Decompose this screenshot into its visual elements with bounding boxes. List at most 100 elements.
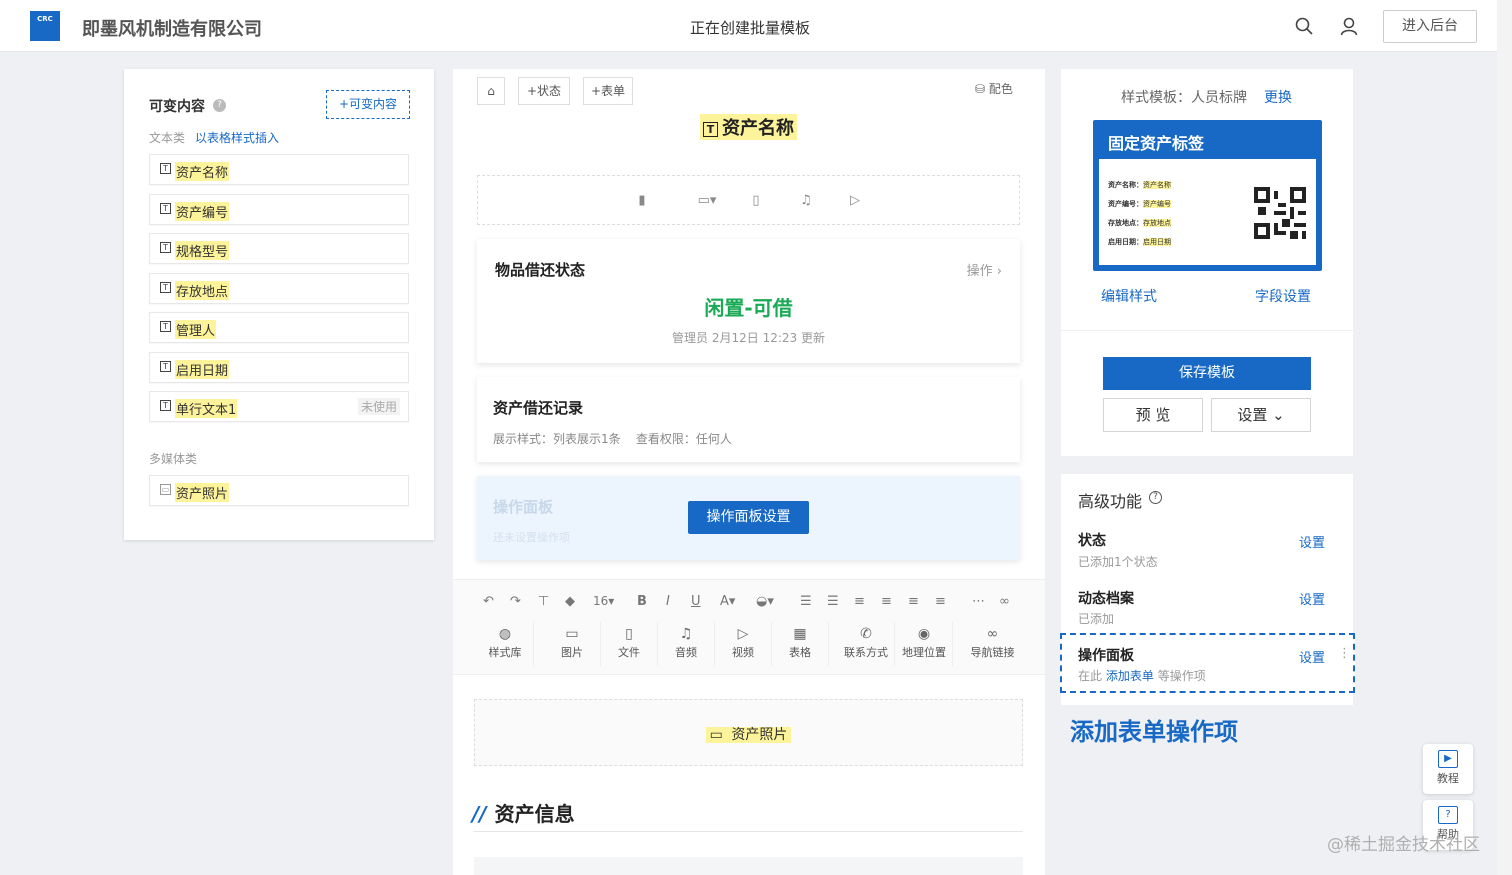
image-dropdown-icon[interactable]: ▭▾ [694,193,720,209]
tag-body: 资产名称：资产名称 资产编号：资产编号 存放地点：存放地点 启用日期：启用日期 [1099,159,1316,265]
settings-dropdown-button[interactable]: 设置 ⌄ [1211,398,1311,432]
music-icon[interactable]: ♫ [798,193,814,209]
palette-icon: ◍ [498,626,512,642]
status-value: 闲置-可借 [704,296,793,320]
insert-as-table-link[interactable]: 以表格样式插入 [195,129,279,146]
divider-icon[interactable]: ⋯ [972,594,985,609]
company-logo[interactable]: CRC [30,11,60,41]
qr-code-icon [1254,187,1306,239]
field-item-location[interactable]: T 存放地点 [149,273,409,304]
dynamic-archive-settings-link[interactable]: 设置 [1299,589,1325,608]
asset-name-heading[interactable]: T 资产名称 [700,114,797,140]
more-options-icon[interactable]: ⋮ [1338,646,1351,661]
underline-icon[interactable]: U [691,594,701,609]
status-operate-link[interactable]: 操作 › [967,260,1002,279]
user-icon[interactable] [1339,16,1359,36]
file-icon[interactable]: ▯ [748,193,764,209]
italic-icon[interactable]: I [666,594,670,609]
text-field-icon: T [160,400,171,411]
field-settings-link[interactable]: 字段设置 [1255,286,1311,306]
record-card[interactable]: 资产借还记录 展示样式：列表展示1条 查看权限：任何人 [477,377,1020,462]
change-template-link[interactable]: 更换 [1264,87,1292,107]
field-label: 资产编号 [175,202,230,221]
field-item-single-line-text[interactable]: T 单行文本1 未使用 [149,391,409,422]
field-label: 资产名称 [175,162,230,181]
asset-tag-preview[interactable]: 固定资产标签 资产名称：资产名称 资产编号：资产编号 存放地点：存放地点 启用日… [1093,120,1322,271]
asset-info-label: 资产信息 [494,802,575,826]
tutorial-button[interactable]: ▶ 教程 [1423,744,1473,794]
field-item-asset-photo[interactable]: ▭ 资产照片 [149,475,409,506]
format-painter-icon[interactable]: ⊤ [538,594,549,609]
home-button[interactable]: ⌂ [477,77,505,105]
text-field-icon: T [703,122,718,137]
text-category-label: 文本类 [149,131,186,145]
status-settings-link[interactable]: 设置 [1299,532,1325,551]
text-field-icon: T [160,163,171,174]
insert-label: 导航链接 [970,646,1015,659]
asset-info-heading[interactable]: // 资产信息 [472,798,575,827]
search-icon[interactable] [1294,16,1314,36]
insert-label: 视频 [732,646,754,659]
scrollbar[interactable] [1497,0,1512,875]
insert-label: 表格 [789,646,811,659]
redo-icon[interactable]: ↷ [510,594,521,609]
ordered-list-icon[interactable]: ☰ [800,594,812,609]
font-color-icon[interactable]: A▾ [720,594,735,609]
text-field-icon: T [160,203,171,214]
preview-button[interactable]: 预 览 [1103,398,1203,432]
help-icon[interactable]: ? [1149,491,1162,504]
highlight-icon[interactable]: ◒▾ [756,594,774,609]
tag-value: 存放地点 [1143,219,1171,227]
variable-content-panel: 可变内容 ? +可变内容 文本类 以表格样式插入 T 资产名称 T 资产编号 T 规格… [124,69,434,540]
operation-panel-feature[interactable]: 操作面板 在此 添加表单 等操作项 设置 ⋮ [1060,633,1355,693]
status-card[interactable]: 物品借还状态 操作 › 闲置-可借 管理员 2月12日 12:23 更新 [477,239,1020,363]
undo-icon[interactable]: ↶ [483,594,494,609]
insert-image[interactable]: ▭ 图片 [544,622,601,666]
insert-style-library[interactable]: ◍ 样式库 [477,622,534,666]
add-status-button[interactable]: +状态 [518,77,570,105]
insert-table[interactable]: ▦ 表格 [772,622,829,666]
field-item-start-date[interactable]: T 启用日期 [149,352,409,383]
add-variable-content-button[interactable]: +可变内容 [326,90,410,119]
link-icon[interactable]: ∞ [999,594,1010,609]
operation-panel-card: 操作面板 还未设置操作项 操作面板设置 [477,476,1020,560]
info-prefix: 在此 [1078,669,1103,683]
add-form-link[interactable]: 添加表单 [1106,669,1154,683]
operation-panel-settings-link[interactable]: 设置 [1299,647,1325,666]
operation-panel-settings-button[interactable]: 操作面板设置 [688,501,809,534]
location-pin-icon: ◉ [917,626,931,642]
video-icon[interactable]: ▷ [847,193,863,209]
bullet-list-icon[interactable]: ☰ [827,594,839,609]
insert-location[interactable]: ◉ 地理位置 [896,622,953,666]
save-template-button[interactable]: 保存模板 [1103,357,1311,390]
field-item-manager[interactable]: T 管理人 [149,312,409,343]
color-scheme-button[interactable]: ⛁ 配色 [975,80,1013,97]
align-right-icon[interactable]: ≡ [908,594,919,609]
insert-file[interactable]: ▯ 文件 [601,622,658,666]
field-item-model[interactable]: T 规格型号 [149,233,409,264]
field-item-asset-number[interactable]: T 资产编号 [149,194,409,225]
bold-icon[interactable]: B [637,594,647,609]
align-center-icon[interactable]: ≡ [881,594,892,609]
edit-style-link[interactable]: 编辑样式 [1101,286,1157,306]
eraser-icon[interactable]: ◆ [565,594,575,609]
insert-nav-link[interactable]: ∞ 导航链接 [964,622,1021,666]
align-left-icon[interactable]: ≡ [854,594,865,609]
font-size-select[interactable]: 16▾ [593,594,614,608]
status-card-title: 物品借还状态 [495,261,586,279]
section-slash-icon: // [472,802,487,826]
help-icon[interactable]: ? [213,99,226,112]
insert-audio[interactable]: ♫ 音频 [658,622,715,666]
color-label: 配色 [988,82,1013,96]
justify-icon[interactable]: ≡ [935,594,946,609]
insert-video[interactable]: ▷ 视频 [715,622,772,666]
text-field-icon: T [160,282,171,293]
insert-contact[interactable]: ✆ 联系方式 [838,622,895,666]
asset-photo-placeholder[interactable]: ▭ 资产照片 [474,699,1023,766]
style-template-label: 样式模板：人员标牌 [1121,90,1247,106]
enter-backend-button[interactable]: 进入后台 [1383,10,1477,43]
tag-value: 资产编号 [1143,200,1171,208]
add-form-button[interactable]: +表单 [583,77,633,105]
book-icon[interactable]: ▮ [634,193,650,209]
field-item-asset-name[interactable]: T 资产名称 [149,154,409,185]
